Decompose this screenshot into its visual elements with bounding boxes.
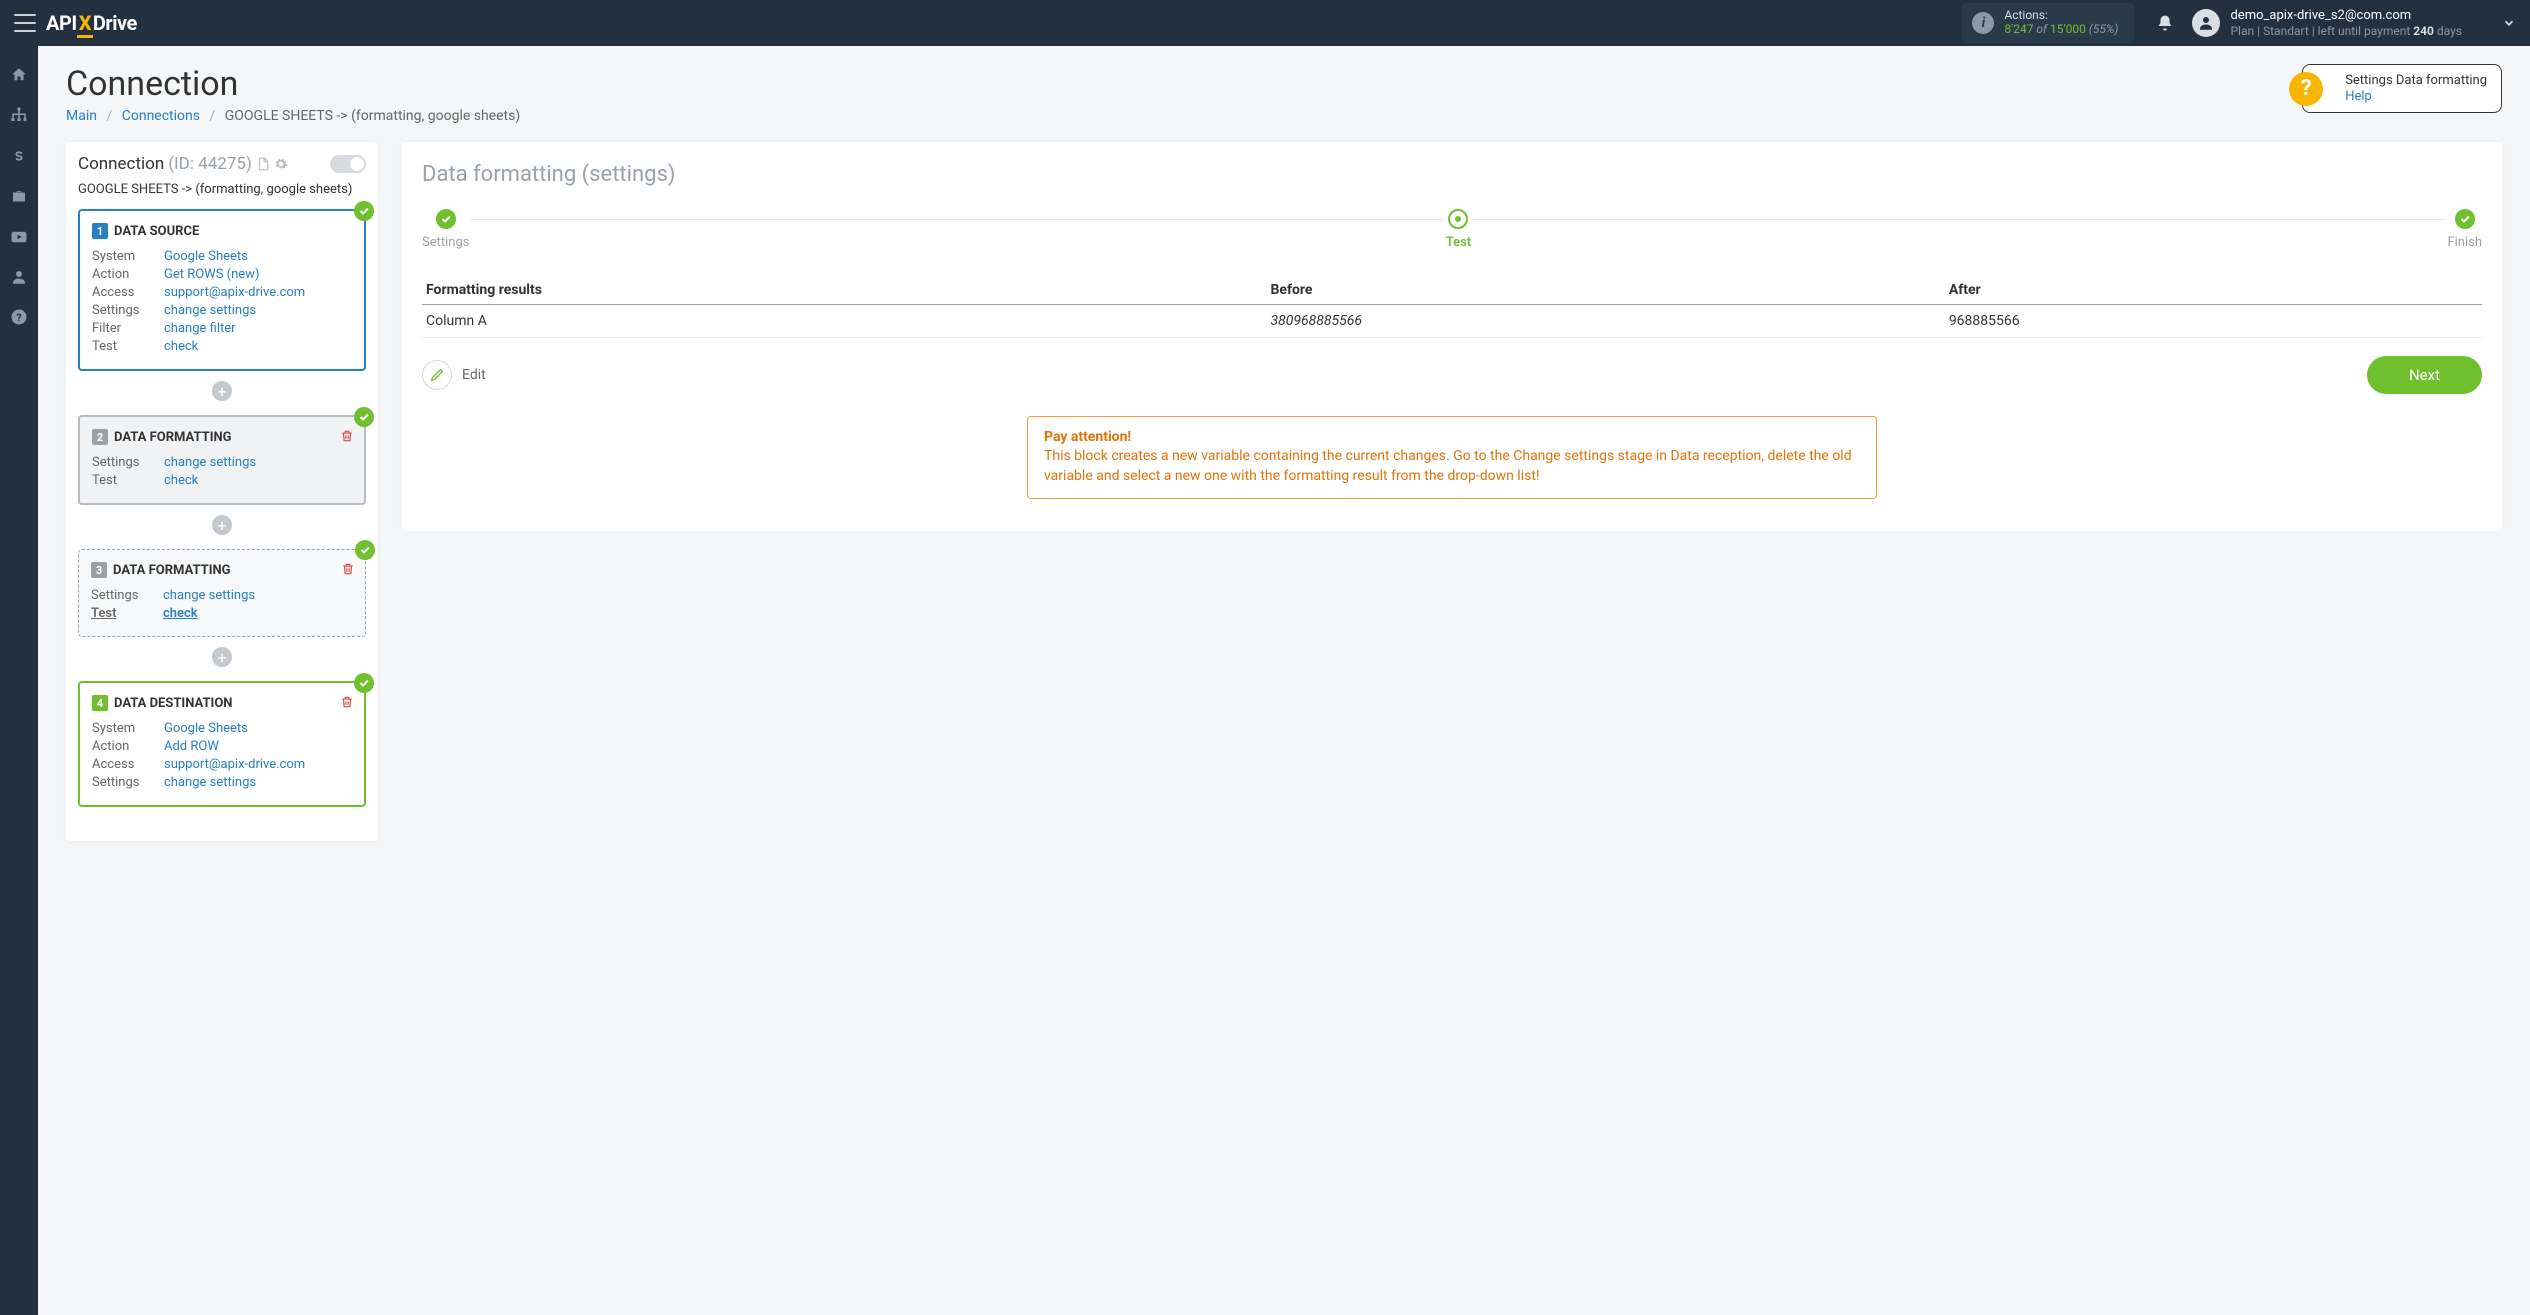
connections-icon[interactable]	[10, 106, 28, 124]
connection-head-label: Connection	[78, 154, 164, 174]
alert-text: This block creates a new variable contai…	[1044, 447, 1860, 486]
main-panel: Data formatting (settings) Settings Test…	[402, 142, 2502, 531]
breadcrumb-connections[interactable]: Connections	[122, 108, 200, 124]
svg-text:?: ?	[16, 311, 21, 324]
breadcrumb-main[interactable]: Main	[66, 108, 97, 124]
add-block-button[interactable]: +	[212, 647, 232, 667]
left-rail: ?	[0, 46, 38, 1315]
step-test[interactable]: Test	[1446, 209, 1471, 250]
check-badge	[354, 201, 374, 221]
trash-icon[interactable]	[341, 562, 355, 576]
edit-icon[interactable]	[422, 360, 452, 390]
trash-icon[interactable]	[340, 695, 354, 709]
card-formatting-3[interactable]: 3DATA FORMATTING Settingschange settings…	[78, 549, 366, 637]
chevron-down-icon[interactable]	[2502, 16, 2516, 30]
check-badge	[354, 407, 374, 427]
th-before: Before	[1266, 276, 1944, 305]
account-plan: Plan | Standart | left until payment 240…	[2230, 24, 2462, 38]
connection-toggle[interactable]	[330, 155, 366, 173]
billing-icon[interactable]	[12, 146, 26, 166]
main-title: Data formatting (settings)	[422, 162, 2482, 187]
stepper: Settings Test Finish	[422, 209, 2482, 250]
avatar-icon[interactable]	[2192, 9, 2220, 37]
th-results: Formatting results	[422, 276, 1266, 305]
briefcase-icon[interactable]	[10, 188, 28, 206]
home-icon[interactable]	[10, 66, 28, 84]
alert-title: Pay attention!	[1044, 429, 1860, 445]
breadcrumb: Main / Connections / GOOGLE SHEETS -> (f…	[66, 108, 520, 124]
actions-counts: 8'247 of 15'000 (55%)	[2004, 22, 2118, 36]
trash-icon[interactable]	[340, 429, 354, 443]
user-icon[interactable]	[10, 268, 28, 286]
card-destination[interactable]: 4DATA DESTINATION SystemGoogle Sheets Ac…	[78, 681, 366, 807]
logo-text-right: Drive	[93, 11, 137, 35]
card-title-text: DATA SOURCE	[114, 224, 199, 239]
th-after: After	[1945, 276, 2482, 305]
card-num: 1	[92, 223, 108, 239]
topbar: APIXDrive i Actions: 8'247 of 15'000 (55…	[0, 0, 2530, 46]
edit-label[interactable]: Edit	[462, 367, 486, 383]
account-block[interactable]: demo_apix-drive_s2@com.com Plan | Standa…	[2230, 8, 2462, 38]
note-icon[interactable]	[256, 157, 270, 171]
info-icon: i	[1972, 12, 1994, 34]
add-block-button[interactable]: +	[212, 515, 232, 535]
add-block-button[interactable]: +	[212, 381, 232, 401]
actions-pill[interactable]: i Actions: 8'247 of 15'000 (55%)	[1962, 3, 2134, 43]
help-title: Settings Data formatting	[2345, 73, 2487, 88]
table-row: Column A 380968885566 968885566	[422, 305, 2482, 338]
actions-label: Actions:	[2004, 9, 2118, 22]
page-title: Connection	[66, 64, 520, 104]
step-finish[interactable]: Finish	[2447, 209, 2482, 250]
connection-header: Connection (ID: 44275)	[78, 154, 366, 174]
help-link[interactable]: Help	[2345, 89, 2372, 104]
logo-text-left: API	[46, 11, 77, 35]
next-button[interactable]: Next	[2367, 356, 2482, 394]
logo[interactable]: APIXDrive	[46, 11, 137, 35]
check-badge	[355, 540, 375, 560]
connection-id: (ID: 44275)	[168, 154, 252, 174]
question-icon: ?	[2289, 72, 2323, 106]
help-icon[interactable]: ?	[10, 308, 28, 326]
step-settings[interactable]: Settings	[422, 209, 469, 250]
account-email: demo_apix-drive_s2@com.com	[2230, 8, 2462, 24]
gear-icon[interactable]	[274, 157, 288, 171]
results-table: Formatting results Before After Column A…	[422, 276, 2482, 338]
help-box: ? Settings Data formatting Help	[2302, 64, 2502, 113]
check-badge	[354, 673, 374, 693]
bell-icon[interactable]	[2156, 14, 2174, 32]
menu-icon[interactable]	[14, 14, 36, 32]
attention-alert: Pay attention! This block creates a new …	[1027, 416, 1877, 499]
card-formatting-2[interactable]: 2DATA FORMATTING Settingschange settings…	[78, 415, 366, 505]
breadcrumb-current: GOOGLE SHEETS -> (formatting, google she…	[225, 108, 520, 124]
connection-subtitle: GOOGLE SHEETS -> (formatting, google she…	[78, 182, 366, 197]
video-icon[interactable]	[10, 228, 28, 246]
card-source[interactable]: 1DATA SOURCE SystemGoogle Sheets ActionG…	[78, 209, 366, 371]
connection-panel: Connection (ID: 44275) GOOGLE SHEETS -> …	[66, 142, 378, 841]
logo-x: X	[77, 11, 93, 38]
